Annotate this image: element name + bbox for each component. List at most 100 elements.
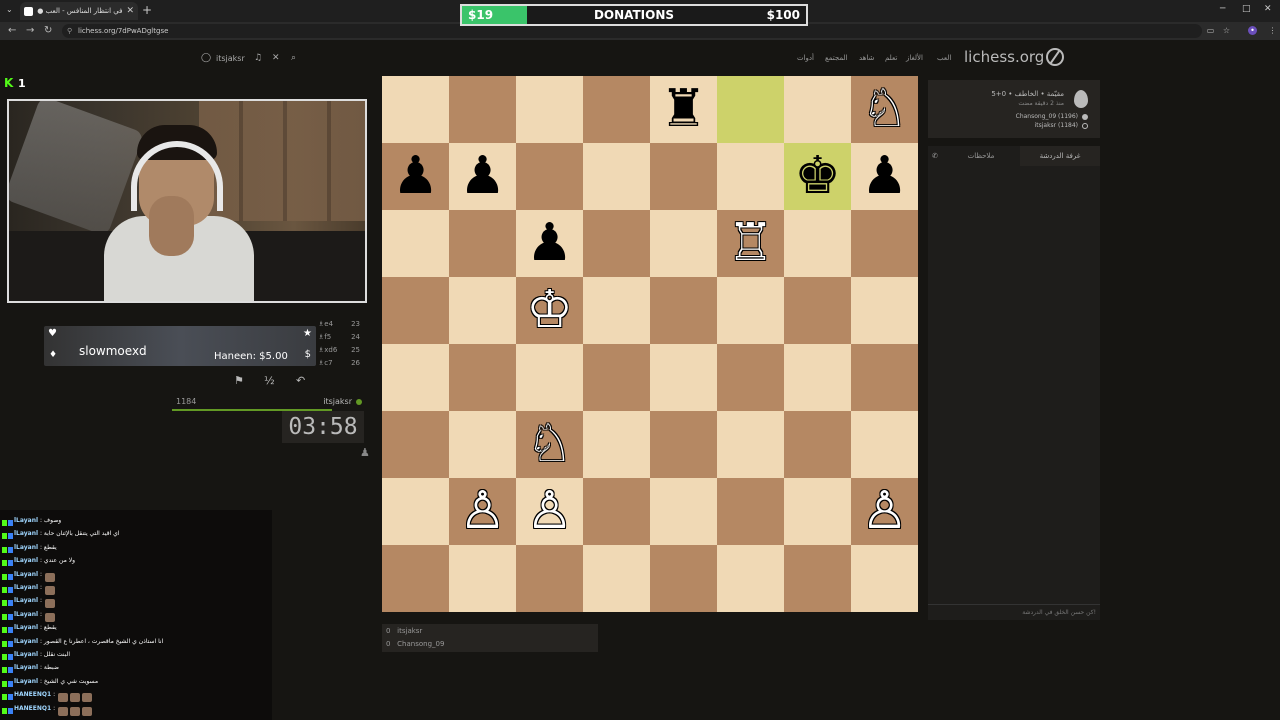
square-g1[interactable] [449, 76, 516, 143]
square-g8[interactable] [449, 545, 516, 612]
chat-username[interactable]: lLayanl [14, 571, 38, 578]
square-a5[interactable] [851, 344, 918, 411]
square-b6[interactable] [784, 411, 851, 478]
lichess-logo[interactable]: lichess.org [964, 48, 1044, 66]
white-piece-a7[interactable]: ♙ [851, 478, 918, 545]
chat-username[interactable]: lLayanl [14, 678, 38, 685]
square-a6[interactable] [851, 411, 918, 478]
square-f1[interactable] [516, 76, 583, 143]
square-b7[interactable] [784, 478, 851, 545]
chat-username[interactable]: lLayanl [14, 611, 38, 618]
square-f2[interactable] [516, 143, 583, 210]
player-row-2[interactable]: 0 Chansong_09 [386, 640, 444, 648]
nav-play[interactable]: العب [937, 54, 951, 62]
nav-puzzles[interactable]: الألغاز [906, 54, 923, 62]
chat-username[interactable]: lLayanl [14, 517, 38, 524]
back-icon[interactable]: ← [8, 25, 16, 37]
browser-menu-icon[interactable]: ⋮ [1268, 26, 1277, 35]
square-b5[interactable] [784, 344, 851, 411]
square-d3[interactable] [650, 210, 717, 277]
square-d4[interactable] [650, 277, 717, 344]
square-c6[interactable] [717, 411, 784, 478]
square-c1[interactable] [717, 76, 784, 143]
nav-learn[interactable]: تعلم [885, 54, 897, 62]
square-d8[interactable] [650, 545, 717, 612]
player-row-1[interactable]: 0 itsjaksr [386, 627, 422, 635]
cast-icon[interactable]: ▭ [1206, 26, 1215, 35]
bookmark-star-icon[interactable]: ☆ [1222, 26, 1231, 35]
chess-board[interactable]: ♙ ♙ ♙ ♘ ♔ ♟ ♖ ♟ ♟ ♚ ♟ ♜ ♘ [382, 76, 918, 612]
square-b1[interactable] [784, 76, 851, 143]
chat-username[interactable]: lLayanl [14, 544, 38, 551]
square-a8[interactable] [851, 545, 918, 612]
square-e5[interactable] [583, 344, 650, 411]
url-field[interactable]: ⚲ lichess.org/7dPwADgltgse [62, 24, 1202, 38]
square-g4[interactable] [449, 277, 516, 344]
white-piece-f4[interactable]: ♔ [516, 277, 583, 344]
square-h8[interactable] [382, 545, 449, 612]
search-icon[interactable]: ⌕ [291, 53, 296, 63]
game-player-2[interactable]: itsjaksr (1184) [1035, 122, 1078, 129]
nav-tools[interactable]: أدوات [797, 54, 814, 62]
square-e4[interactable] [583, 277, 650, 344]
square-a4[interactable] [851, 277, 918, 344]
chat-username[interactable]: lLayanl [14, 530, 38, 537]
tab-chat[interactable]: غرفة الدردشة [1020, 146, 1100, 166]
square-f8[interactable] [516, 545, 583, 612]
square-b4[interactable] [784, 277, 851, 344]
square-e6[interactable] [583, 411, 650, 478]
square-h3[interactable] [382, 210, 449, 277]
user-menu[interactable]: itsjaksr [216, 54, 245, 63]
chat-username[interactable]: lLayanl [14, 651, 38, 658]
black-piece-d1[interactable]: ♜ [650, 76, 717, 143]
resign-flag-icon[interactable]: ⚑ [234, 374, 244, 387]
reload-icon[interactable]: ↻ [44, 25, 52, 37]
white-piece-c3[interactable]: ♖ [717, 210, 784, 277]
square-c5[interactable] [717, 344, 784, 411]
phone-icon[interactable]: ✆ [928, 146, 942, 166]
square-f5[interactable] [516, 344, 583, 411]
game-player-1[interactable]: Chansong_09 (1196) [1016, 113, 1078, 120]
square-g5[interactable] [449, 344, 516, 411]
chat-username[interactable]: lLayanl [14, 584, 38, 591]
square-b8[interactable] [784, 545, 851, 612]
white-piece-a1[interactable]: ♘ [851, 76, 918, 143]
chat-username[interactable]: lLayanl [14, 597, 38, 604]
square-e1[interactable] [583, 76, 650, 143]
notifications-bell-icon[interactable]: ♫ [254, 53, 262, 63]
new-tab-icon[interactable]: + [142, 4, 152, 16]
square-g6[interactable] [449, 411, 516, 478]
square-c8[interactable] [717, 545, 784, 612]
chat-input[interactable]: كن حسن الخلق في الدردشة! [928, 604, 1100, 620]
square-h6[interactable] [382, 411, 449, 478]
close-icon[interactable]: ✕ [272, 53, 280, 63]
takeback-icon[interactable]: ↶ [296, 374, 305, 387]
square-b3[interactable] [784, 210, 851, 277]
square-e7[interactable] [583, 478, 650, 545]
square-d5[interactable] [650, 344, 717, 411]
black-piece-f3[interactable]: ♟ [516, 210, 583, 277]
square-d7[interactable] [650, 478, 717, 545]
tab-search-icon[interactable]: ⌄ [6, 5, 13, 14]
square-d2[interactable] [650, 143, 717, 210]
nav-watch[interactable]: شاهد [859, 54, 874, 62]
chat-username[interactable]: lLayanl [14, 557, 38, 564]
forward-icon[interactable]: → [26, 25, 34, 37]
square-h5[interactable] [382, 344, 449, 411]
white-piece-f6[interactable]: ♘ [516, 411, 583, 478]
chat-username[interactable]: lLayanl [14, 638, 38, 645]
site-info-icon[interactable]: ⚲ [67, 24, 72, 38]
black-piece-a2[interactable]: ♟ [851, 143, 918, 210]
maximize-icon[interactable]: □ [1242, 4, 1251, 14]
lichess-horse-icon[interactable] [1046, 48, 1064, 66]
square-a3[interactable] [851, 210, 918, 277]
black-piece-b2[interactable]: ♚ [784, 143, 851, 210]
black-piece-g2[interactable]: ♟ [449, 143, 516, 210]
white-piece-f7[interactable]: ♙ [516, 478, 583, 545]
square-e8[interactable] [583, 545, 650, 612]
browser-tab[interactable]: في انتظار المنافس - العب ●org ✕ [20, 2, 138, 20]
square-g3[interactable] [449, 210, 516, 277]
minimize-icon[interactable]: ─ [1220, 4, 1225, 14]
white-piece-g7[interactable]: ♙ [449, 478, 516, 545]
chat-username[interactable]: HANEENQ1 [14, 691, 51, 698]
